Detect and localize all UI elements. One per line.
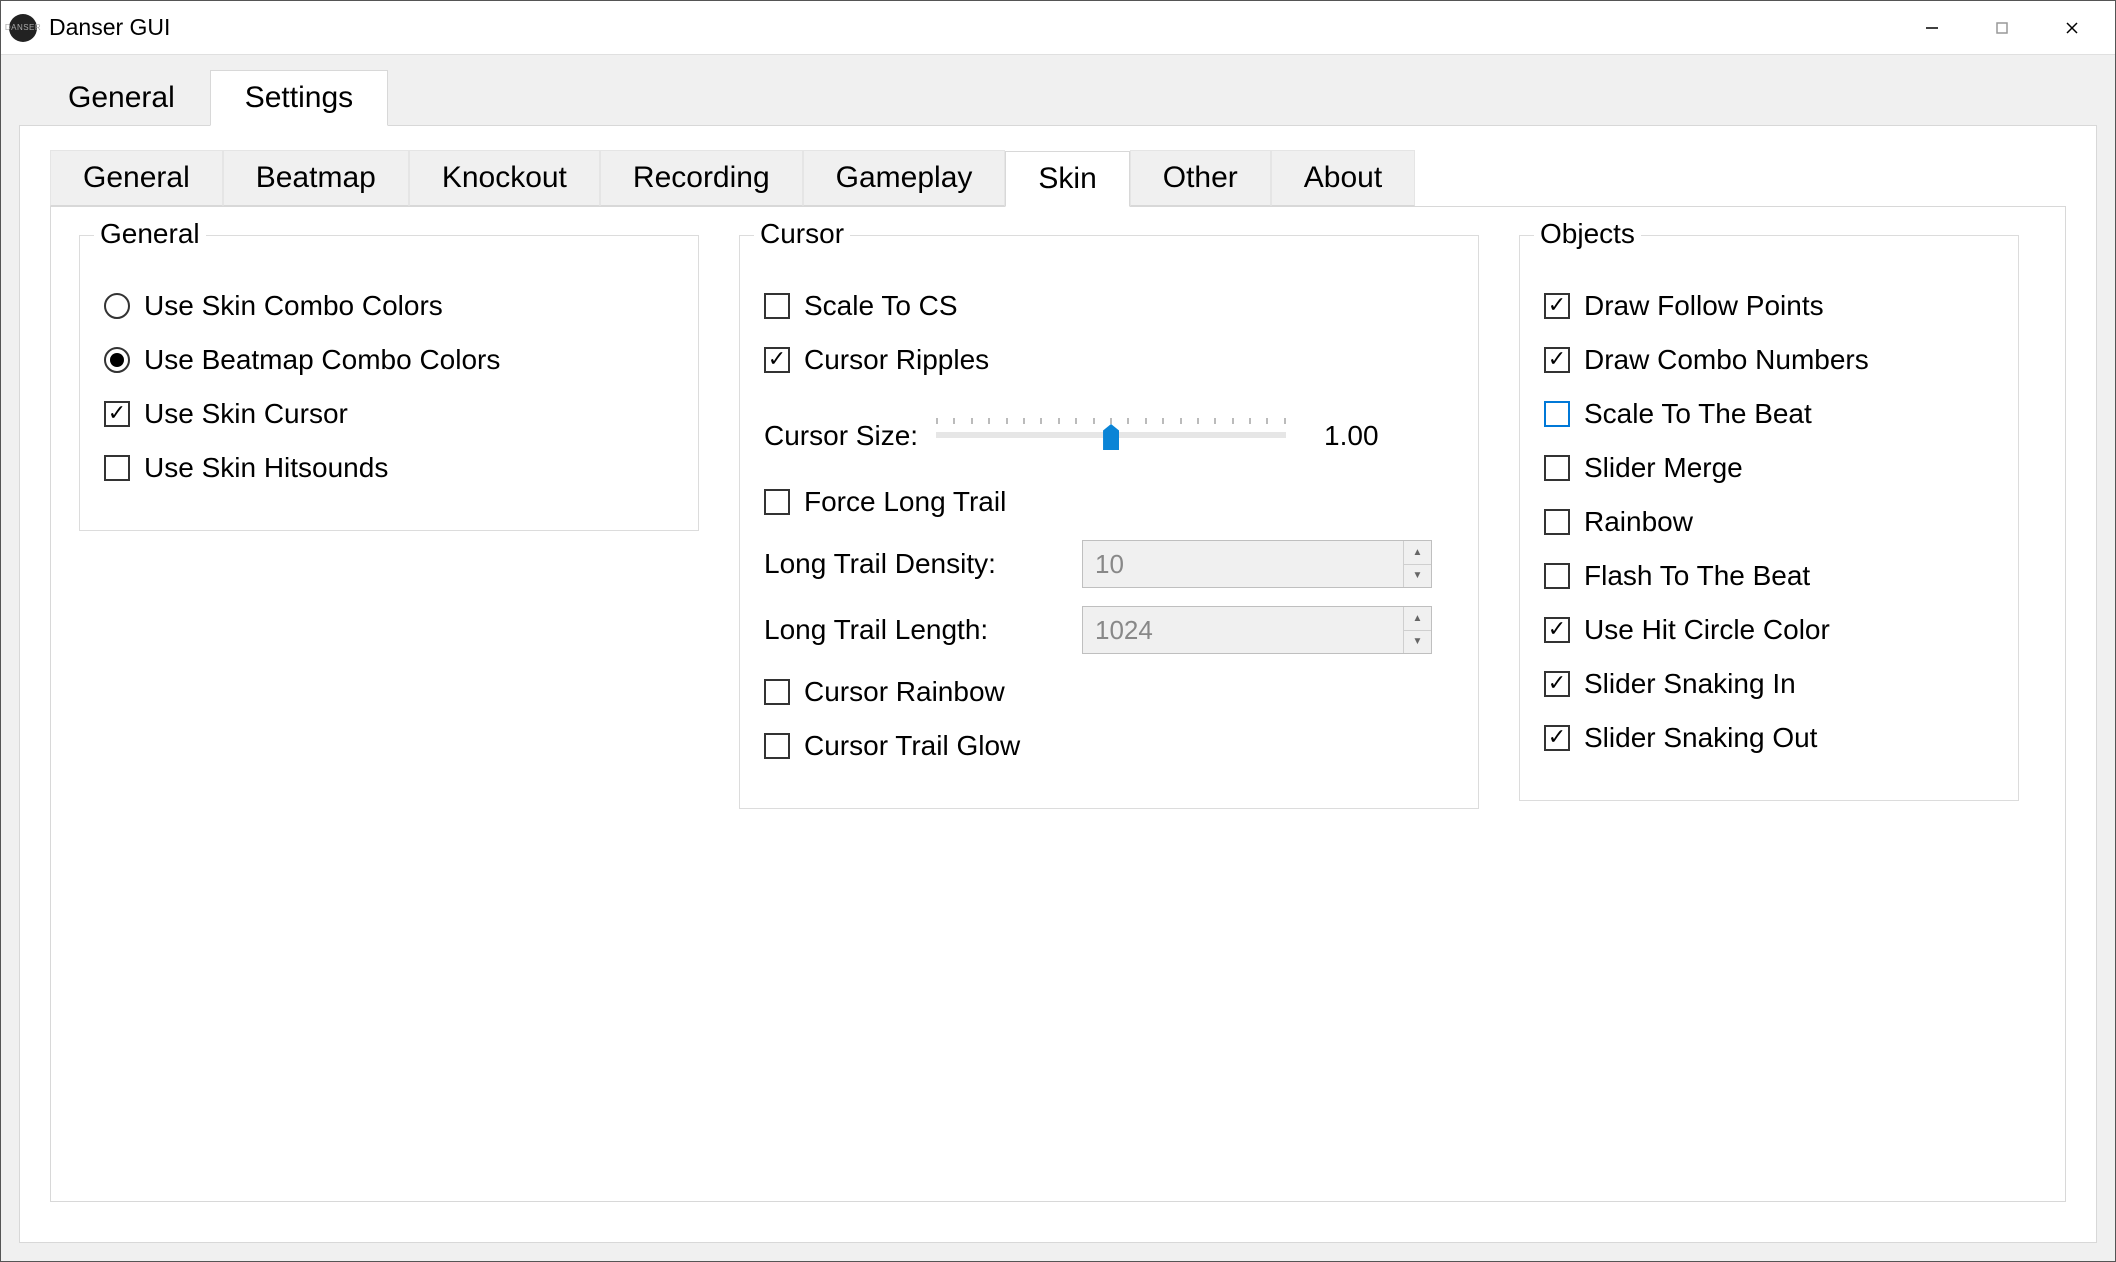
- long-trail-length-row: Long Trail Length: 1024 ▲ ▼: [764, 606, 1454, 654]
- check-scale-to-cs-label: Scale To CS: [804, 290, 958, 322]
- check-slider-snaking-in[interactable]: [1544, 671, 1570, 697]
- check-draw-combo-numbers-row[interactable]: Draw Combo Numbers: [1544, 344, 1994, 376]
- check-cursor-trail-glow-row[interactable]: Cursor Trail Glow: [764, 730, 1454, 762]
- check-slider-snaking-in-label: Slider Snaking In: [1584, 668, 1796, 700]
- long-trail-length-stepper[interactable]: 1024 ▲ ▼: [1082, 606, 1432, 654]
- tab-general[interactable]: General: [33, 70, 210, 125]
- check-use-hit-circle-color-label: Use Hit Circle Color: [1584, 614, 1830, 646]
- check-scale-to-the-beat[interactable]: [1544, 401, 1570, 427]
- window-title: Danser GUI: [49, 14, 170, 41]
- check-flash-to-the-beat-label: Flash To The Beat: [1584, 560, 1810, 592]
- check-scale-to-the-beat-row[interactable]: Scale To The Beat: [1544, 398, 1994, 430]
- long-trail-length-up[interactable]: ▲: [1404, 607, 1431, 631]
- check-slider-snaking-out-row[interactable]: Slider Snaking Out: [1544, 722, 1994, 754]
- group-cursor-title: Cursor: [754, 218, 850, 250]
- subtab-skin[interactable]: Skin: [1005, 151, 1129, 207]
- check-slider-merge-label: Slider Merge: [1584, 452, 1743, 484]
- subtab-recording[interactable]: Recording: [600, 150, 803, 206]
- long-trail-density-up[interactable]: ▲: [1404, 541, 1431, 565]
- check-force-long-trail-row[interactable]: Force Long Trail: [764, 486, 1454, 518]
- check-scale-to-cs-row[interactable]: Scale To CS: [764, 290, 1454, 322]
- close-button[interactable]: [2037, 8, 2107, 48]
- long-trail-density-down[interactable]: ▼: [1404, 565, 1431, 588]
- long-trail-density-value[interactable]: 10: [1083, 541, 1403, 587]
- long-trail-density-row: Long Trail Density: 10 ▲ ▼: [764, 540, 1454, 588]
- check-use-skin-cursor[interactable]: [104, 401, 130, 427]
- check-scale-to-the-beat-label: Scale To The Beat: [1584, 398, 1812, 430]
- long-trail-density-stepper[interactable]: 10 ▲ ▼: [1082, 540, 1432, 588]
- long-trail-density-label: Long Trail Density:: [764, 548, 1064, 580]
- app-icon: DANSER: [9, 14, 37, 42]
- group-cursor: Cursor Scale To CS Cursor Ripples Cursor…: [739, 235, 1479, 809]
- check-flash-to-the-beat[interactable]: [1544, 563, 1570, 589]
- cursor-size-row: Cursor Size: 1.00: [764, 416, 1454, 456]
- tab-settings[interactable]: Settings: [210, 70, 388, 126]
- subtab-knockout[interactable]: Knockout: [409, 150, 600, 206]
- group-general-title: General: [94, 218, 206, 250]
- check-slider-snaking-in-row[interactable]: Slider Snaking In: [1544, 668, 1994, 700]
- check-draw-combo-numbers[interactable]: [1544, 347, 1570, 373]
- long-trail-length-value[interactable]: 1024: [1083, 607, 1403, 653]
- radio-beatmap-combo-colors-label: Use Beatmap Combo Colors: [144, 344, 500, 376]
- cursor-size-thumb[interactable]: [1103, 424, 1119, 450]
- group-objects-title: Objects: [1534, 218, 1641, 250]
- minimize-button[interactable]: [1897, 8, 1967, 48]
- check-rainbow-label: Rainbow: [1584, 506, 1693, 538]
- check-cursor-trail-glow-label: Cursor Trail Glow: [804, 730, 1020, 762]
- cursor-size-label: Cursor Size:: [764, 420, 918, 452]
- titlebar: DANSER Danser GUI: [1, 1, 2115, 55]
- check-slider-snaking-out-label: Slider Snaking Out: [1584, 722, 1817, 754]
- check-cursor-rainbow[interactable]: [764, 679, 790, 705]
- cursor-size-slider[interactable]: [936, 416, 1286, 456]
- top-tabs: General Settings: [33, 69, 2097, 125]
- check-rainbow-row[interactable]: Rainbow: [1544, 506, 1994, 538]
- check-force-long-trail-label: Force Long Trail: [804, 486, 1006, 518]
- check-use-skin-cursor-label: Use Skin Cursor: [144, 398, 348, 430]
- subtab-other[interactable]: Other: [1130, 150, 1271, 206]
- maximize-button[interactable]: [1967, 8, 2037, 48]
- check-draw-follow-points[interactable]: [1544, 293, 1570, 319]
- check-slider-snaking-out[interactable]: [1544, 725, 1570, 751]
- check-force-long-trail[interactable]: [764, 489, 790, 515]
- subtab-general[interactable]: General: [50, 150, 223, 206]
- check-use-skin-cursor-row[interactable]: Use Skin Cursor: [104, 398, 674, 430]
- check-rainbow[interactable]: [1544, 509, 1570, 535]
- check-use-skin-hitsounds-row[interactable]: Use Skin Hitsounds: [104, 452, 674, 484]
- check-cursor-rainbow-label: Cursor Rainbow: [804, 676, 1005, 708]
- check-cursor-trail-glow[interactable]: [764, 733, 790, 759]
- check-cursor-rainbow-row[interactable]: Cursor Rainbow: [764, 676, 1454, 708]
- check-use-hit-circle-color[interactable]: [1544, 617, 1570, 643]
- check-flash-to-the-beat-row[interactable]: Flash To The Beat: [1544, 560, 1994, 592]
- check-slider-merge[interactable]: [1544, 455, 1570, 481]
- subtab-gameplay[interactable]: Gameplay: [803, 150, 1006, 206]
- radio-skin-combo-colors-label: Use Skin Combo Colors: [144, 290, 443, 322]
- check-cursor-ripples-label: Cursor Ripples: [804, 344, 989, 376]
- skin-page: General Use Skin Combo Colors Use Beatma…: [50, 206, 2066, 1202]
- sub-tabs: General Beatmap Knockout Recording Gamep…: [50, 150, 2066, 206]
- client-area: General Settings General Beatmap Knockou…: [1, 55, 2115, 1261]
- check-cursor-ripples[interactable]: [764, 347, 790, 373]
- check-draw-follow-points-row[interactable]: Draw Follow Points: [1544, 290, 1994, 322]
- window: DANSER Danser GUI General Settings Gener…: [0, 0, 2116, 1262]
- radio-beatmap-combo-colors-row[interactable]: Use Beatmap Combo Colors: [104, 344, 674, 376]
- subtab-beatmap[interactable]: Beatmap: [223, 150, 409, 206]
- radio-beatmap-combo-colors[interactable]: [104, 347, 130, 373]
- check-slider-merge-row[interactable]: Slider Merge: [1544, 452, 1994, 484]
- long-trail-length-down[interactable]: ▼: [1404, 631, 1431, 654]
- group-general: General Use Skin Combo Colors Use Beatma…: [79, 235, 699, 531]
- subtab-about[interactable]: About: [1271, 150, 1415, 206]
- check-cursor-ripples-row[interactable]: Cursor Ripples: [764, 344, 1454, 376]
- check-use-hit-circle-color-row[interactable]: Use Hit Circle Color: [1544, 614, 1994, 646]
- group-objects: Objects Draw Follow Points Draw Combo Nu…: [1519, 235, 2019, 801]
- check-draw-combo-numbers-label: Draw Combo Numbers: [1584, 344, 1869, 376]
- check-use-skin-hitsounds[interactable]: [104, 455, 130, 481]
- long-trail-length-label: Long Trail Length:: [764, 614, 1064, 646]
- radio-skin-combo-colors-row[interactable]: Use Skin Combo Colors: [104, 290, 674, 322]
- check-use-skin-hitsounds-label: Use Skin Hitsounds: [144, 452, 388, 484]
- settings-page: General Beatmap Knockout Recording Gamep…: [19, 125, 2097, 1243]
- radio-skin-combo-colors[interactable]: [104, 293, 130, 319]
- check-draw-follow-points-label: Draw Follow Points: [1584, 290, 1824, 322]
- check-scale-to-cs[interactable]: [764, 293, 790, 319]
- cursor-size-value: 1.00: [1324, 420, 1379, 452]
